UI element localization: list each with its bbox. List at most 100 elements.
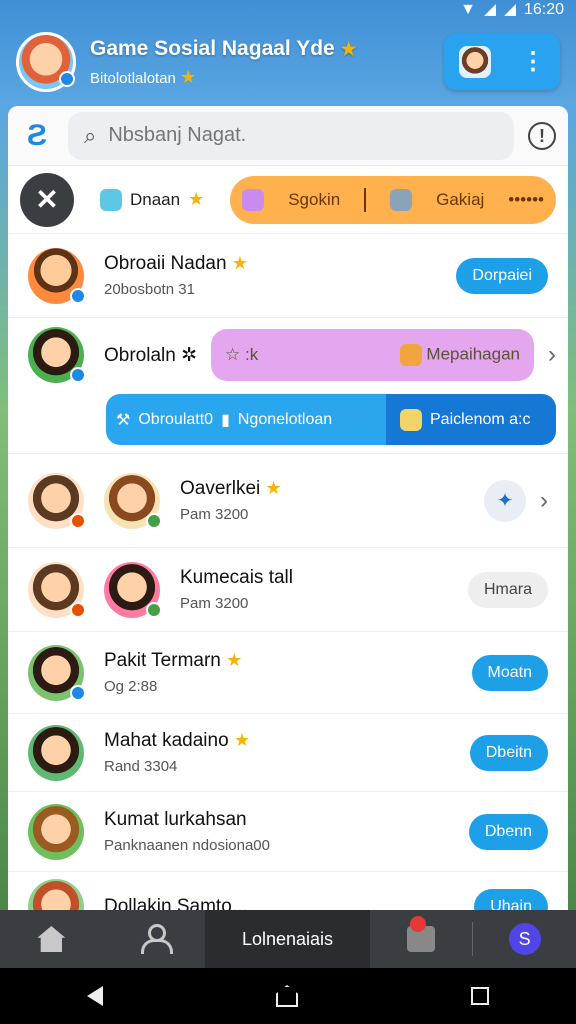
star-icon: ★: [233, 730, 251, 750]
list-item-sub: Rand 3304: [104, 758, 178, 775]
action-button[interactable]: Moatn: [471, 654, 548, 691]
chevron-right-icon[interactable]: ›: [548, 341, 556, 369]
close-button[interactable]: ✕: [20, 172, 74, 227]
filter-chip-dnaan[interactable]: Dnaan ★: [88, 175, 217, 224]
avatar-secondary: [104, 472, 162, 529]
list-item-sub: 20bosbotn 31: [104, 281, 195, 298]
nav-friends[interactable]: Lolnenaiais: [205, 910, 370, 968]
status-badge: [70, 684, 86, 701]
filter-chip-group[interactable]: Sgokin Gakiaj ••••••: [230, 175, 556, 224]
user-icon: [141, 924, 173, 954]
avatar: [28, 878, 84, 914]
activity-bar[interactable]: ☆ :k Mepaihagan: [211, 329, 534, 382]
recents-icon[interactable]: [471, 987, 490, 1005]
online-badge: [59, 71, 75, 87]
list-item[interactable]: Kumecais tall Pam 3200 Hmara: [8, 548, 568, 632]
chip-divider: [364, 187, 367, 212]
avatar-secondary: [104, 561, 162, 618]
nav-s[interactable]: S: [473, 910, 576, 968]
avatar: [28, 644, 86, 701]
signal-icon: [483, 4, 496, 16]
chip-label: Dnaan: [130, 189, 181, 209]
status-time: 16:20: [523, 1, 564, 18]
note-icon: [400, 408, 422, 431]
search-row: Ƨ ⌕ !: [8, 106, 568, 166]
list-item-name: Mahat kadaino ★: [104, 730, 251, 751]
action-bar-left[interactable]: ⚒ Obroulatt0 ▮ Ngonelotloan: [106, 394, 386, 445]
nav-chat[interactable]: [370, 910, 473, 968]
list-item[interactable]: Pakit Termarn ★ Og 2:88 Moatn: [8, 632, 568, 714]
list-item-name: Pakit Termarn ★: [104, 650, 243, 671]
list-item[interactable]: Dollakin Samto... Uhain: [8, 872, 568, 914]
list-item-sub: Pam 3200: [180, 506, 249, 523]
search-box[interactable]: ⌕: [68, 111, 514, 160]
action-button[interactable]: Hmara: [467, 571, 548, 608]
action-bar: ⚒ Obroulatt0 ▮ Ngonelotloan Paiclenom a:c: [106, 394, 556, 445]
profile-avatar[interactable]: [16, 32, 76, 92]
star-icon: ★: [188, 189, 205, 209]
list-item-name: Kumecais tall: [180, 567, 293, 588]
sparkle-icon: ✲: [181, 344, 198, 366]
nav-home[interactable]: [0, 910, 103, 968]
search-input[interactable]: [108, 124, 498, 147]
list-item[interactable]: Mahat kadaino ★ Rand 3304 Dbeitn: [8, 714, 568, 792]
home-button-icon[interactable]: [275, 985, 298, 1007]
list-item-text: Kumat lurkahsan Panknaanen ndosiona00: [104, 809, 469, 854]
system-nav: [0, 968, 576, 1024]
list-item[interactable]: Kumat lurkahsan Panknaanen ndosiona00 Db…: [8, 792, 568, 872]
list-item[interactable]: Oaverlkei ★ Pam 3200 ✦ ›: [8, 454, 568, 548]
activity-right: Mepaihagan: [399, 344, 520, 367]
nav-profile[interactable]: [103, 910, 206, 968]
header-actions: ⋮: [444, 34, 560, 90]
status-badge: [146, 512, 162, 529]
list-item-text: Oaverlkei ★ Pam 3200: [180, 478, 484, 523]
action-button[interactable]: Dbeitn: [469, 734, 548, 771]
avatar: [28, 803, 84, 860]
bottom-nav: Lolnenaiais S: [0, 910, 576, 968]
info-icon[interactable]: !: [528, 121, 556, 150]
list-item-name: Obrolaln ✲: [104, 344, 198, 366]
avatar: [28, 247, 86, 304]
list-item-sub: Pam 3200: [180, 595, 249, 612]
page-title: Game Sosial Nagaal Yde ★: [90, 36, 357, 60]
chip-dots: ••••••: [508, 189, 544, 209]
app-header: Game Sosial Nagaal Yde ★ Bitolotlalotan …: [0, 24, 576, 100]
avatar: [28, 327, 86, 384]
action-button[interactable]: Dbenn: [468, 813, 548, 850]
status-badge: [70, 367, 86, 384]
status-badge: [146, 601, 162, 618]
handshake-icon[interactable]: ✦: [484, 479, 526, 522]
action-button[interactable]: Dorpaiei: [456, 257, 548, 294]
app-logo-icon: Ƨ: [26, 118, 47, 152]
list-item-text: Pakit Termarn ★ Og 2:88: [104, 650, 472, 695]
s-icon: S: [508, 923, 541, 955]
badge-icon: [242, 188, 265, 211]
friend-avatar-button[interactable]: [459, 46, 491, 78]
home-icon: [37, 926, 66, 952]
status-badge: [70, 287, 86, 304]
avatar: [28, 561, 86, 618]
avatar: [28, 472, 86, 529]
star-icon: ★: [226, 650, 243, 670]
search-icon: ⌕: [84, 122, 97, 148]
status-badge: [70, 512, 86, 529]
star-icon: ★: [231, 253, 248, 273]
list-item[interactable]: Obroaii Nadan ★ 20bosbotn 31 Dorpaiei: [8, 234, 568, 318]
list-item-name: Obroaii Nadan ★: [104, 253, 248, 274]
list-item[interactable]: Obrolaln ✲ ☆ :k Mepaihagan › ⚒ Obroulatt0…: [8, 318, 568, 454]
chip-label-left: Sgokin: [288, 189, 341, 209]
star-icon: ★: [265, 478, 282, 498]
list-item-name: Kumat lurkahsan: [104, 809, 247, 830]
more-menu-icon[interactable]: ⋮: [521, 50, 545, 74]
back-icon[interactable]: [86, 986, 103, 1006]
star-icon: ★: [180, 66, 197, 87]
tools-icon: ⚒: [116, 411, 131, 429]
status-badge: [70, 601, 86, 618]
chevron-right-icon[interactable]: ›: [540, 487, 548, 515]
action-bar-right[interactable]: Paiclenom a:c: [386, 394, 556, 445]
cup-icon: ▮: [221, 411, 230, 429]
list-item-top: Obrolaln ✲ ☆ :k Mepaihagan ›: [28, 326, 556, 384]
wifi-icon: ▼: [460, 1, 476, 18]
signal-icon-2: [503, 4, 516, 16]
robot-icon: [390, 188, 413, 211]
